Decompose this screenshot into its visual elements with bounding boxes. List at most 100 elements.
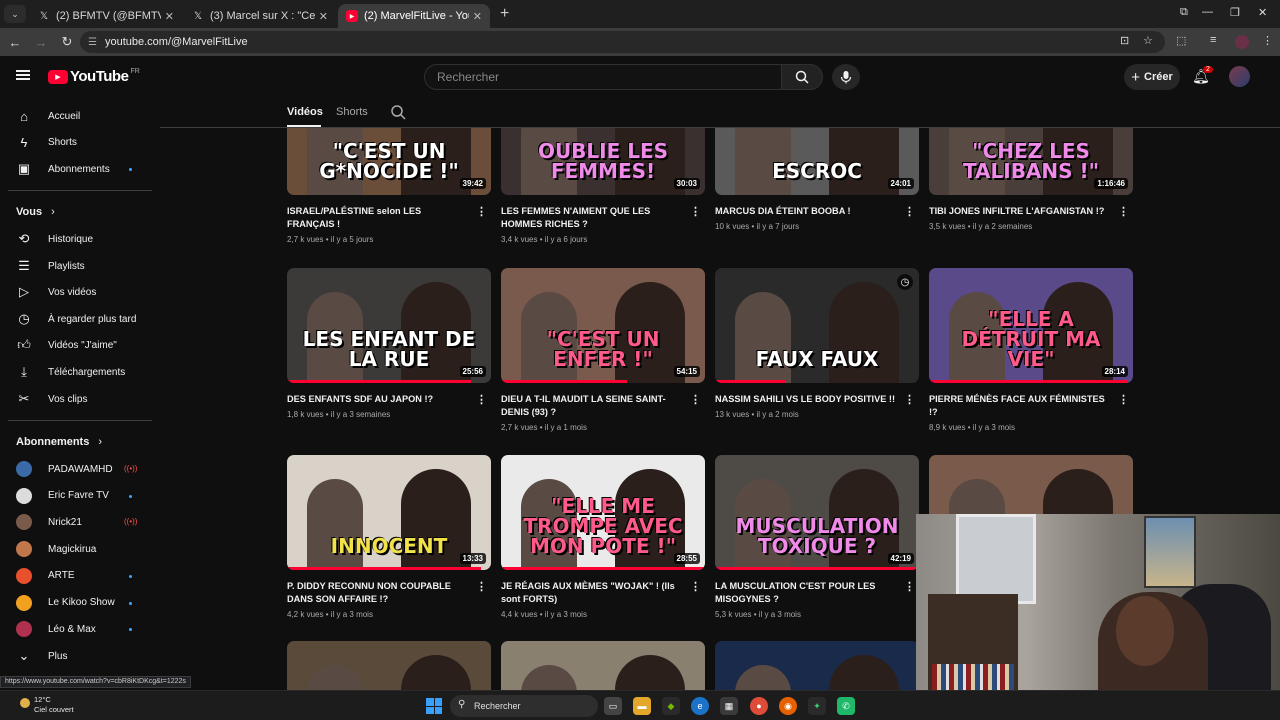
video-card[interactable]: LES ENFANT DE LA RUE 25:56 DES ENFANTS SDF… bbox=[287, 268, 491, 419]
more-options-icon[interactable]: ⋮ bbox=[476, 205, 487, 218]
taskbar-search[interactable]: ⚲ Rechercher bbox=[450, 695, 598, 717]
close-icon[interactable]: ✕ bbox=[165, 10, 174, 23]
video-thumbnail[interactable] bbox=[501, 641, 705, 690]
video-card[interactable]: "C'EST UN ENFER !" 54:15 DIEU A T-IL MAUDI… bbox=[501, 268, 705, 432]
sidebar-subscription-item[interactable]: Magickirua bbox=[0, 536, 160, 562]
video-thumbnail[interactable]: INNOCENT 13:33 bbox=[287, 455, 491, 570]
sidebar-item-history[interactable]: ⟲ Historique bbox=[0, 226, 160, 252]
video-card[interactable]: LEAGUE OF LEGENDS bbox=[715, 641, 919, 690]
video-card[interactable]: OUBLIE LES FEMMES! 30:03 LES FEMMES N'AIME… bbox=[501, 128, 705, 244]
video-title[interactable]: ISRAEL/PALÉSTINE selon LES FRANÇAIS ! bbox=[287, 205, 471, 231]
sidebar-subscription-item[interactable]: Léo & Max bbox=[0, 616, 160, 642]
app-icon[interactable]: ✦ bbox=[808, 697, 826, 715]
video-thumbnail[interactable]: "ELLE A DÉTRUIT MA VIE" 28:14 bbox=[929, 268, 1133, 383]
menu-icon[interactable] bbox=[16, 70, 30, 80]
account-avatar[interactable] bbox=[1229, 66, 1250, 87]
watch-later-icon[interactable]: ◷ bbox=[897, 274, 913, 290]
video-thumbnail[interactable]: LEAGUE OF LEGENDS bbox=[715, 641, 919, 690]
video-title[interactable]: TIBI JONES INFILTRE L'AFGANISTAN !? bbox=[929, 205, 1113, 218]
store-icon[interactable]: ▦ bbox=[720, 697, 738, 715]
site-info-icon[interactable]: ☰ bbox=[88, 37, 97, 48]
search-input[interactable]: Rechercher bbox=[424, 64, 782, 90]
video-card[interactable] bbox=[287, 641, 491, 690]
video-title[interactable]: PIERRE MÉNÈS FACE AUX FÉMINISTES !? bbox=[929, 393, 1113, 419]
video-thumbnail[interactable]: ESCROC 24:01 bbox=[715, 128, 919, 195]
close-icon[interactable]: ✕ bbox=[473, 10, 482, 23]
chrome-icon[interactable]: ● bbox=[750, 697, 768, 715]
more-options-icon[interactable]: ⋮ bbox=[476, 580, 487, 593]
video-title[interactable]: MARCUS DIA ÉTEINT BOOBA ! bbox=[715, 205, 899, 218]
video-title[interactable]: DIEU A T-IL MAUDIT LA SEINE SAINT-DENIS … bbox=[501, 393, 685, 419]
sidebar-subscription-item[interactable]: Le Kikoo Show bbox=[0, 590, 160, 616]
more-options-icon[interactable]: ⋮ bbox=[1118, 205, 1129, 218]
video-title[interactable]: JE RÉAGIS AUX MÈMES "WOJAK" ! (Ils sont … bbox=[501, 580, 685, 606]
video-title[interactable]: LES FEMMES N'AIMENT QUE LES HOMMES RICHE… bbox=[501, 205, 685, 231]
search-button[interactable] bbox=[781, 64, 823, 90]
video-thumbnail[interactable]: LES ENFANT DE LA RUE 25:56 bbox=[287, 268, 491, 383]
window-close-icon[interactable]: ✕ bbox=[1258, 6, 1267, 19]
sidebar-subscription-item[interactable]: Eric Favre TV bbox=[0, 483, 160, 509]
video-card[interactable]: "ELLE ME TROMPE AVEC MON POTE !" 28:55 JE … bbox=[501, 455, 705, 619]
task-view-icon[interactable]: ▭ bbox=[604, 697, 622, 715]
forward-icon[interactable]: → bbox=[30, 35, 52, 50]
edge-browser-icon[interactable]: e bbox=[691, 697, 709, 715]
sidebar-subscription-item[interactable]: PADAWAMHD ((•)) bbox=[0, 456, 160, 482]
video-card[interactable]: "C'EST UN G*NOCIDE !" 39:42 ISRAEL/PALÉSTI… bbox=[287, 128, 491, 244]
voice-search-button[interactable] bbox=[832, 64, 860, 90]
tab-search-icon[interactable]: ⧉ bbox=[1180, 6, 1188, 19]
sidebar-subscription-item[interactable]: Nrick21 ((•)) bbox=[0, 509, 160, 535]
reload-icon[interactable]: ↻ bbox=[56, 34, 78, 50]
extensions-icon[interactable]: ⬚ bbox=[1176, 34, 1186, 47]
nvidia-icon[interactable]: ◆ bbox=[662, 697, 680, 715]
create-button[interactable]: + Créer bbox=[1124, 64, 1180, 90]
back-icon[interactable]: ← bbox=[4, 35, 26, 50]
video-title[interactable]: LA MUSCULATION C'EST POUR LES MISOGYNES … bbox=[715, 580, 899, 606]
reading-list-icon[interactable]: ≡ bbox=[1210, 34, 1216, 46]
sidebar-subscription-item[interactable]: ARTE bbox=[0, 563, 160, 589]
weather-widget[interactable]: 12°C Ciel couvert bbox=[20, 695, 74, 715]
sidebar-item-liked-videos[interactable]: 👍︎ Vidéos "J'aime" bbox=[0, 332, 160, 358]
subscriptions-section-heading[interactable]: Abonnements › bbox=[16, 436, 102, 448]
video-card[interactable]: "ELLE A DÉTRUIT MA VIE" 28:14 PIERRE MÉNÈS… bbox=[929, 268, 1133, 432]
sidebar-show-more[interactable]: ⌄ Plus bbox=[0, 643, 160, 669]
video-thumbnail[interactable]: "C'EST UN ENFER !" 54:15 bbox=[501, 268, 705, 383]
sidebar-item-playlists[interactable]: ☰ Playlists bbox=[0, 253, 160, 279]
firefox-icon[interactable]: ◉ bbox=[779, 697, 797, 715]
close-icon[interactable]: ✕ bbox=[319, 10, 328, 23]
windows-start-icon[interactable] bbox=[426, 698, 442, 714]
channel-search-icon[interactable] bbox=[390, 104, 406, 120]
sidebar-item-subscriptions[interactable]: ▣ Abonnements bbox=[0, 156, 160, 182]
more-options-icon[interactable]: ⋮ bbox=[690, 393, 701, 406]
more-options-icon[interactable]: ⋮ bbox=[690, 580, 701, 593]
video-thumbnail[interactable]: MUSCULATION TOXIQUE ? 42:19 bbox=[715, 455, 919, 570]
new-tab-button[interactable]: + bbox=[500, 5, 509, 23]
restore-icon[interactable]: ❐ bbox=[1230, 6, 1240, 19]
youtube-logo[interactable]: ▶ YouTube FR bbox=[48, 68, 140, 85]
minimize-icon[interactable]: — bbox=[1202, 6, 1213, 18]
sidebar-item-home[interactable]: ⌂ Accueil bbox=[0, 103, 160, 129]
you-section-heading[interactable]: Vous › bbox=[16, 206, 55, 218]
browser-tab-2[interactable]: 𝕏 (3) Marcel sur X : "Ce ton triomphe ✕ bbox=[184, 4, 336, 28]
video-thumbnail[interactable]: "ELLE ME TROMPE AVEC MON POTE !" 28:55 bbox=[501, 455, 705, 570]
sidebar-item-your-videos[interactable]: ▷ Vos vidéos bbox=[0, 279, 160, 305]
more-options-icon[interactable]: ⋮ bbox=[904, 580, 915, 593]
sidebar-item-clips[interactable]: ✂ Vos clips bbox=[0, 386, 160, 412]
browser-tab-3[interactable]: ▶ (2) MarvelFitLive - YouTube ✕ bbox=[338, 4, 490, 28]
tab-shorts[interactable]: Shorts bbox=[336, 106, 368, 118]
address-bar[interactable]: ☰ youtube.com/@MarvelFitLive bbox=[80, 31, 1165, 53]
more-options-icon[interactable]: ⋮ bbox=[904, 393, 915, 406]
video-card[interactable]: "CHEZ LES TALIBANS !" 1:16:46 TIBI JONES I… bbox=[929, 128, 1133, 231]
more-options-icon[interactable]: ⋮ bbox=[904, 205, 915, 218]
more-options-icon[interactable]: ⋮ bbox=[1118, 393, 1129, 406]
sidebar-item-downloads[interactable]: ⤓ Téléchargements bbox=[0, 359, 160, 385]
browser-menu-icon[interactable]: ⋮ bbox=[1262, 34, 1273, 47]
sidebar-item-watch-later[interactable]: ◷ À regarder plus tard bbox=[0, 306, 160, 332]
video-title[interactable]: NASSIM SAHILI VS LE BODY POSITIVE !! bbox=[715, 393, 899, 406]
video-thumbnail[interactable]: FAUX FAUX ◷ bbox=[715, 268, 919, 383]
tab-list-button[interactable]: ⌄ bbox=[4, 5, 26, 23]
more-options-icon[interactable]: ⋮ bbox=[476, 393, 487, 406]
video-title[interactable]: DES ENFANTS SDF AU JAPON !? bbox=[287, 393, 471, 406]
video-title[interactable]: P. DIDDY RECONNU NON COUPABLE DANS SON A… bbox=[287, 580, 471, 606]
video-thumbnail[interactable] bbox=[287, 641, 491, 690]
video-card[interactable]: INNOCENT 13:33 P. DIDDY RECONNU NON COUPAB… bbox=[287, 455, 491, 619]
